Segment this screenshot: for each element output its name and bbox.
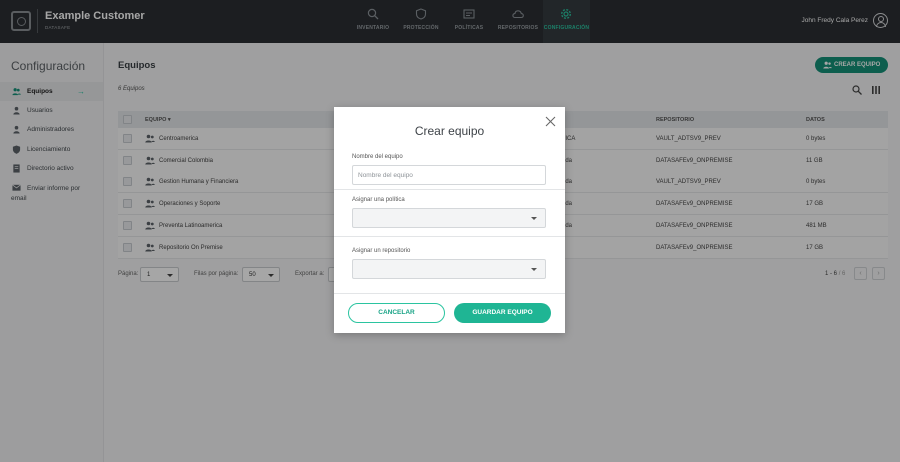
cancel-button[interactable]: CANCELAR [348, 303, 445, 323]
close-icon[interactable] [545, 116, 556, 127]
chevron-down-icon [531, 268, 537, 271]
repository-select[interactable] [352, 259, 546, 279]
divider [334, 236, 565, 237]
policy-select[interactable] [352, 208, 546, 228]
modal-title: Crear equipo [414, 124, 485, 138]
divider [334, 293, 565, 294]
save-team-button[interactable]: GUARDAR EQUIPO [454, 303, 551, 323]
divider [334, 189, 565, 190]
policy-label: Asignar una política [352, 197, 405, 203]
team-name-input[interactable] [352, 165, 546, 185]
team-name-label: Nombre del equipo [352, 154, 403, 160]
repository-label: Asignar un repositorio [352, 248, 411, 254]
chevron-down-icon [531, 217, 537, 220]
create-team-modal: Crear equipo Nombre del equipo Asignar u… [334, 107, 565, 333]
